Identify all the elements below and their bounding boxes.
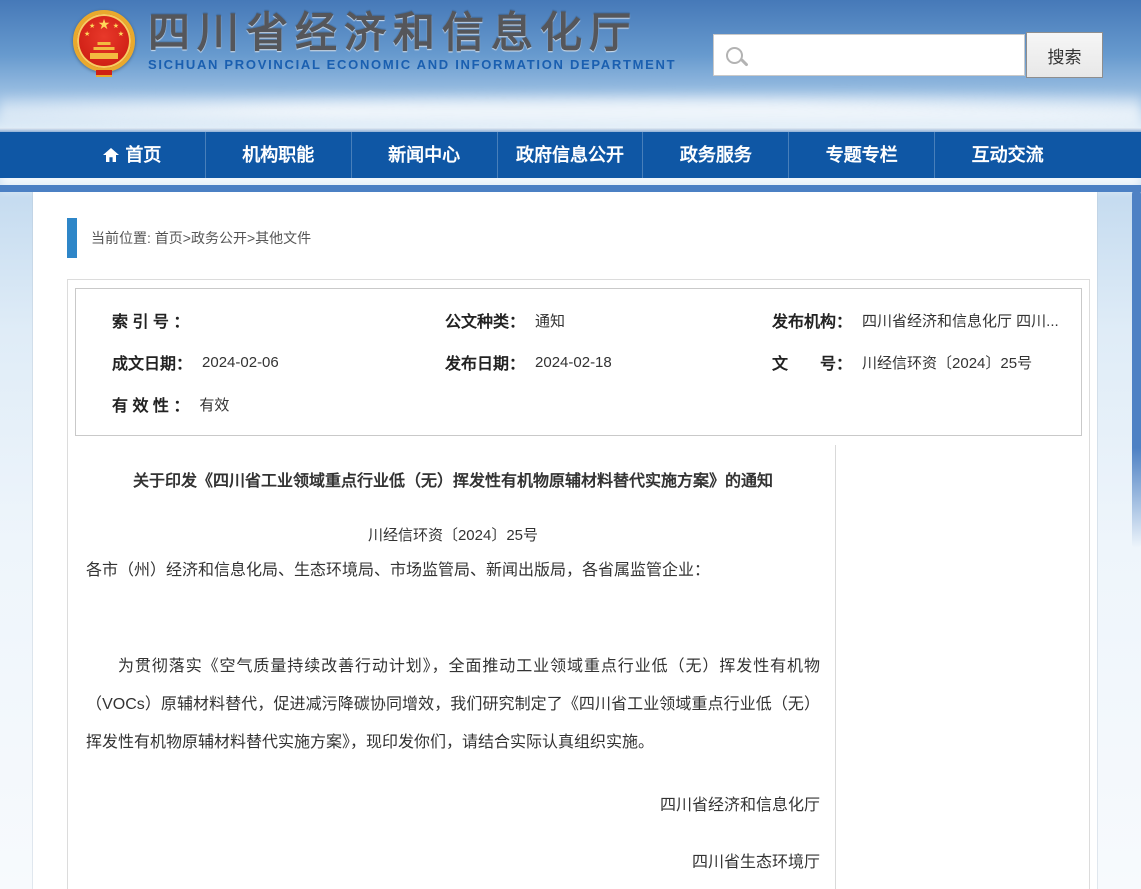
meta-issuing-agency: 发布机构： 四川省经济和信息化厅 四川... — [772, 308, 1075, 332]
nav-item-gov-info-disclosure[interactable]: 政府信息公开 — [497, 132, 643, 178]
site-logo-home-link[interactable]: ★ ★ ★ ★ ★ 四川省经济和信息化厅 SICHUAN PROVINCIAL … — [73, 6, 653, 92]
article-paragraph: 为贯彻落实《空气质量持续改善行动计划》，全面推动工业领域重点行业低（无）挥发性有… — [86, 648, 820, 762]
scrollbar-thumb[interactable] — [1132, 190, 1141, 548]
article-title: 关于印发《四川省工业领域重点行业低（无）挥发性有机物原辅材料替代实施方案》的通知 — [116, 469, 790, 495]
column-divider — [835, 445, 836, 889]
nav-bottom-band — [0, 185, 1141, 192]
article-signature-1: 四川省经济和信息化厅 — [86, 796, 820, 816]
main-nav: 首页 机构职能 新闻中心 政府信息公开 政务服务 专题专栏 互动交流 — [0, 132, 1141, 178]
meta-doc-type: 公文种类： 通知 — [445, 308, 772, 332]
page: { "header": { "site_title": "四川省经济和信息化厅"… — [0, 0, 1141, 889]
article-signature-2: 四川省生态环境厅 — [86, 853, 820, 873]
article: 关于印发《四川省工业领域重点行业低（无）挥发性有机物原辅材料替代实施方案》的通知… — [68, 445, 835, 873]
site-subtitle-en: SICHUAN PROVINCIAL ECONOMIC AND INFORMAT… — [148, 57, 676, 72]
national-emblem-icon: ★ ★ ★ ★ ★ — [73, 10, 135, 72]
breadcrumb: 当前位置: 首页>政务公开>其他文件 — [91, 228, 311, 248]
breadcrumb-marker — [67, 218, 77, 258]
emblem-gate-icon — [98, 42, 111, 45]
content-panel: 当前位置: 首页>政务公开>其他文件 索 引 号 ： 公文种类： 通知 发布机构… — [33, 192, 1097, 889]
meta-index-number: 索 引 号 ： — [112, 308, 445, 332]
search-icon — [726, 47, 743, 64]
nav-item-gov-services[interactable]: 政务服务 — [642, 132, 788, 178]
article-doc-number: 川经信环资〔2024〕25号 — [86, 525, 820, 546]
document-meta-table: 索 引 号 ： 公文种类： 通知 发布机构： 四川省经济和信息化厅 四川... … — [75, 288, 1082, 436]
meta-doc-symbol: 文 号： 川经信环资〔2024〕25号 — [772, 350, 1075, 374]
emblem-star-icon: ★ — [98, 17, 111, 31]
home-icon — [103, 148, 119, 162]
meta-validity: 有 效 性 ： 有效 — [112, 392, 445, 416]
meta-written-date: 成文日期： 2024-02-06 — [112, 350, 445, 374]
nav-item-interaction[interactable]: 互动交流 — [934, 132, 1080, 178]
search-button[interactable]: 搜索 — [1026, 32, 1103, 78]
article-salutation: 各市（州）经济和信息化局、生态环境局、市场监管局、新闻出版局，各省属监管企业： — [86, 560, 820, 582]
nav-item-news-center[interactable]: 新闻中心 — [351, 132, 497, 178]
search-box — [713, 34, 1025, 76]
document-container: 索 引 号 ： 公文种类： 通知 发布机构： 四川省经济和信息化厅 四川... … — [67, 279, 1090, 889]
nav-item-org-functions[interactable]: 机构职能 — [205, 132, 351, 178]
nav-item-special-topics[interactable]: 专题专栏 — [788, 132, 934, 178]
search-input[interactable] — [753, 35, 1024, 75]
meta-publish-date: 发布日期： 2024-02-18 — [445, 350, 772, 374]
site-title: 四川省经济和信息化厅 — [148, 10, 676, 56]
nav-item-home[interactable]: 首页 — [60, 132, 205, 178]
breadcrumb-label: 当前位置: — [91, 230, 151, 246]
breadcrumb-path[interactable]: 首页>政务公开>其他文件 — [155, 230, 311, 246]
site-header: ★ ★ ★ ★ ★ 四川省经济和信息化厅 SICHUAN PROVINCIAL … — [0, 0, 1141, 128]
